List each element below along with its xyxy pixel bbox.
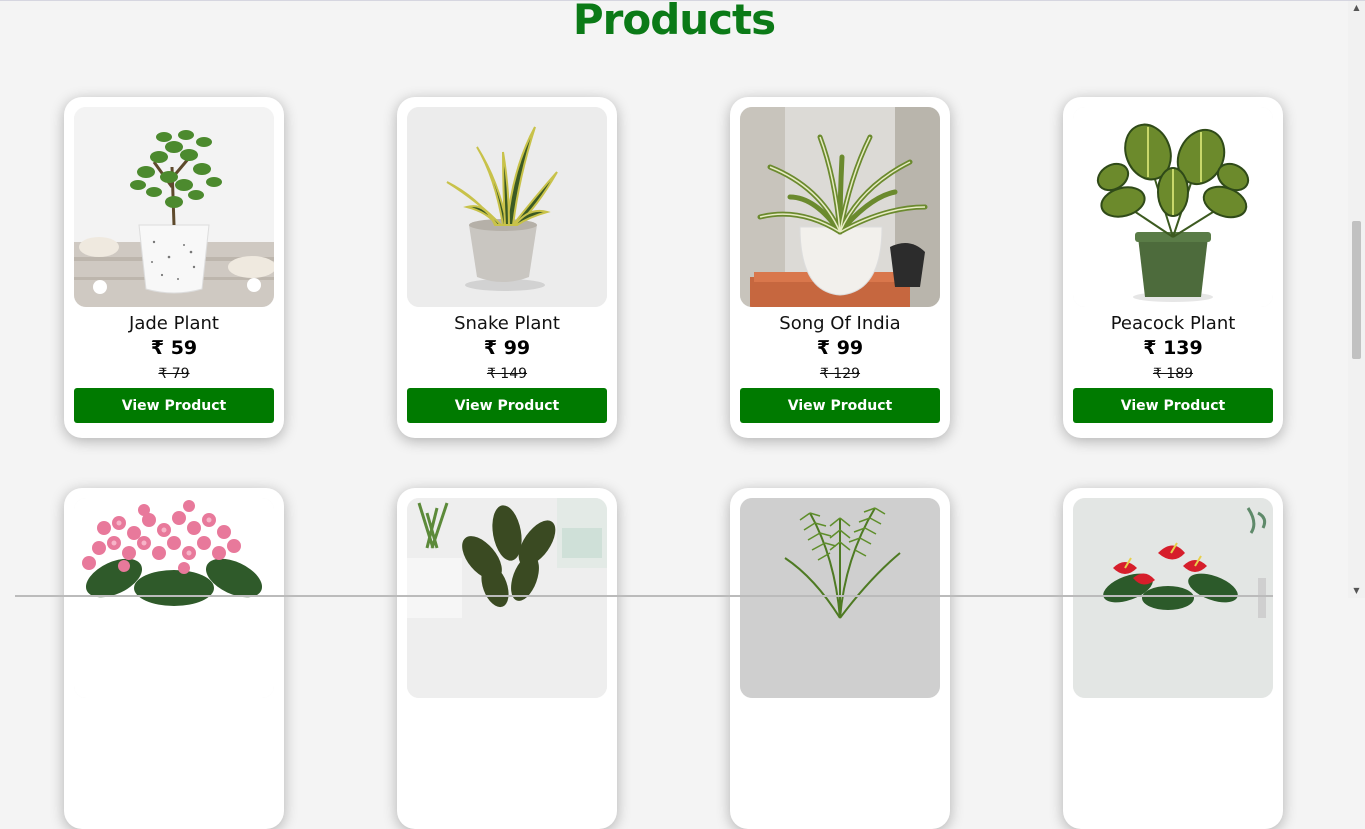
product-card-jade-plant: Jade Plant ₹ 59 ₹ 79 View Product (64, 97, 284, 438)
product-image[interactable] (740, 107, 940, 307)
view-product-button[interactable]: View Product (74, 388, 274, 423)
product-old-price: ₹ 149 (486, 366, 528, 382)
product-name: Jade Plant (129, 313, 219, 334)
vertical-scrollbar[interactable]: ▲ ▼ (1348, 1, 1365, 598)
product-name: Snake Plant (454, 313, 560, 334)
product-old-price: ₹ 79 (158, 366, 190, 382)
product-price: ₹ 99 (816, 337, 864, 359)
page-title: Products (572, 0, 776, 44)
product-image[interactable] (1073, 498, 1273, 698)
view-product-button[interactable]: View Product (740, 388, 940, 423)
product-card-peacock-plant: Peacock Plant ₹ 139 ₹ 189 View Product (1063, 97, 1283, 438)
scroll-up-icon[interactable]: ▲ (1348, 1, 1365, 15)
product-image[interactable] (74, 498, 274, 698)
product-old-price: ₹ 129 (819, 366, 861, 382)
product-card (1063, 488, 1283, 829)
product-image[interactable] (1073, 107, 1273, 307)
product-name: Peacock Plant (1110, 313, 1236, 334)
product-card-snake-plant: Snake Plant ₹ 99 ₹ 149 View Product (397, 97, 617, 438)
scroll-thumb[interactable] (1352, 221, 1361, 359)
product-price: ₹ 139 (1143, 337, 1203, 359)
product-name: Song Of India (779, 313, 901, 334)
product-old-price: ₹ 189 (1152, 366, 1194, 382)
view-product-button[interactable]: View Product (1073, 388, 1273, 423)
product-image[interactable] (74, 107, 274, 307)
product-card (64, 488, 284, 829)
product-price: ₹ 59 (150, 337, 198, 359)
product-card-song-of-india: Song Of India ₹ 99 ₹ 129 View Product (730, 97, 950, 438)
product-price: ₹ 99 (483, 337, 531, 359)
product-image[interactable] (740, 498, 940, 698)
scroll-down-icon[interactable]: ▼ (1348, 584, 1365, 598)
product-image[interactable] (407, 498, 607, 698)
product-card (730, 488, 950, 829)
product-image[interactable] (407, 107, 607, 307)
view-product-button[interactable]: View Product (407, 388, 607, 423)
product-card (397, 488, 617, 829)
